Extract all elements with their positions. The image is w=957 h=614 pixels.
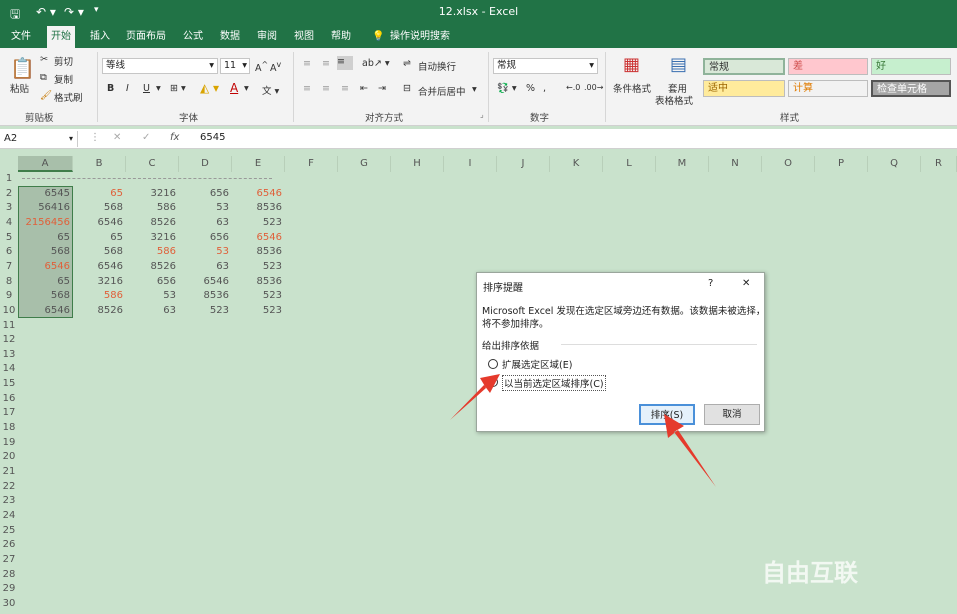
arrow-to-radio-icon [450,374,500,420]
arrow-to-sort-icon [664,414,716,487]
annotation-arrows [450,374,716,487]
watermark-logo: 自由互联 [762,559,858,587]
